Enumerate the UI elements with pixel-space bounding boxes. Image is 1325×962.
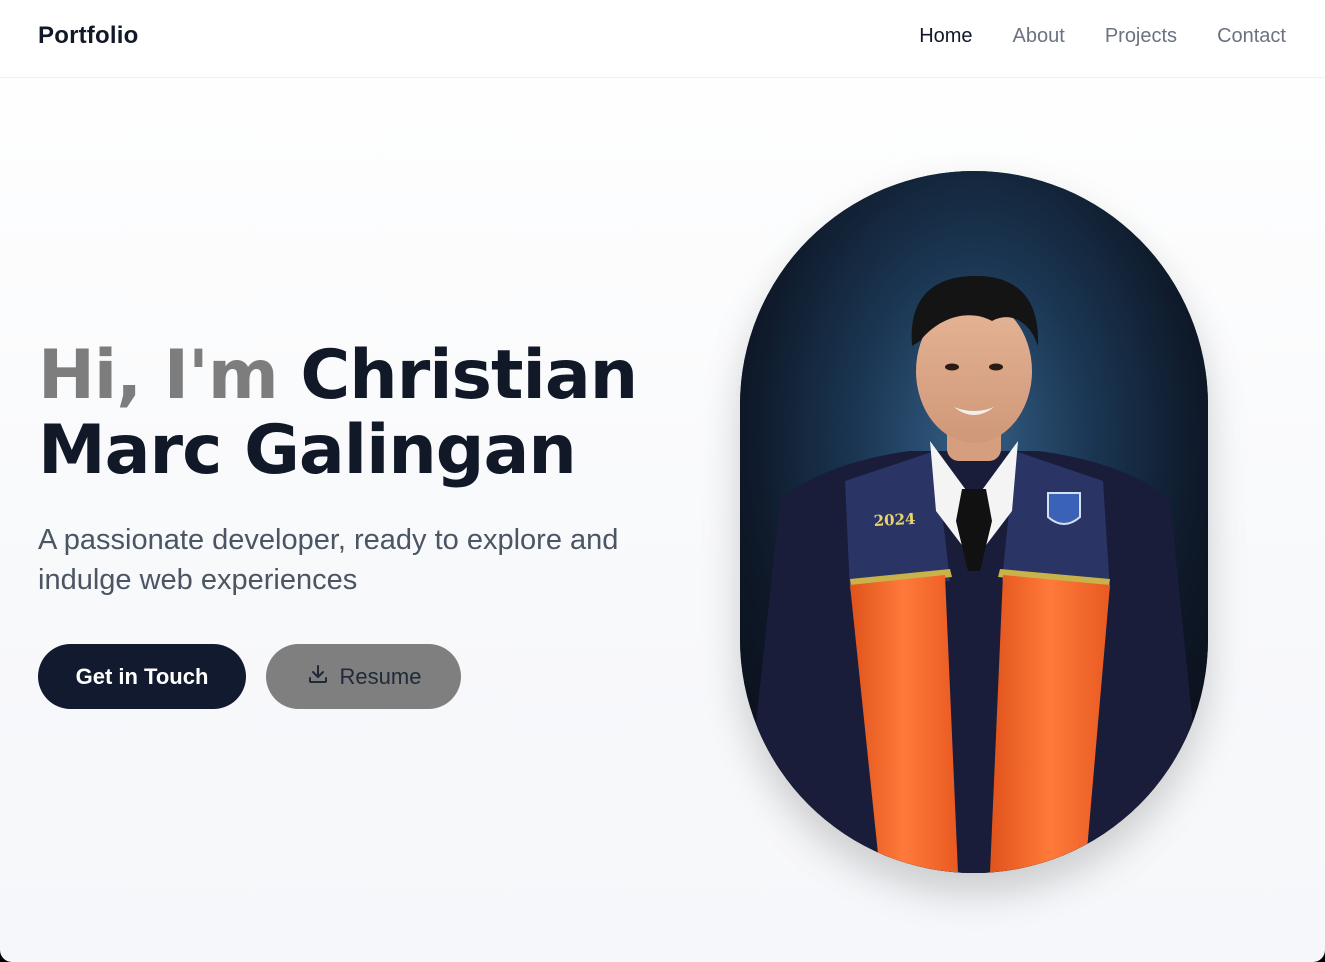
nav-home[interactable]: Home <box>919 25 972 48</box>
nav-about[interactable]: About <box>1013 25 1065 48</box>
hero-heading: Hi, I'm Christian Marc Galingan <box>38 338 678 488</box>
nav-contact[interactable]: Contact <box>1217 25 1286 48</box>
name-first: Christian <box>300 336 638 415</box>
greeting-text: Hi, I'm <box>38 336 279 415</box>
get-in-touch-label: Get in Touch <box>75 663 209 689</box>
download-icon <box>306 662 330 692</box>
profile-photo: 2024 <box>740 171 1208 873</box>
resume-button[interactable]: Resume <box>266 644 461 709</box>
get-in-touch-button[interactable]: Get in Touch <box>38 644 246 709</box>
site-header: Portfolio Home About Projects Contact <box>0 0 1325 78</box>
nav-projects[interactable]: Projects <box>1105 25 1177 48</box>
portfolio-page: Portfolio Home About Projects Contact Hi… <box>0 0 1325 962</box>
hero-actions: Get in Touch Resume <box>38 644 461 709</box>
year-embroidery: 2024 <box>873 510 916 530</box>
main-nav: Home About Projects Contact <box>919 25 1286 48</box>
hero-section: Hi, I'm Christian Marc Galingan A passion… <box>38 338 678 600</box>
brand-logo[interactable]: Portfolio <box>38 22 138 50</box>
name-rest: Marc Galingan <box>38 411 577 490</box>
hero-subtitle: A passionate developer, ready to explore… <box>38 524 619 596</box>
resume-label: Resume <box>339 663 422 689</box>
